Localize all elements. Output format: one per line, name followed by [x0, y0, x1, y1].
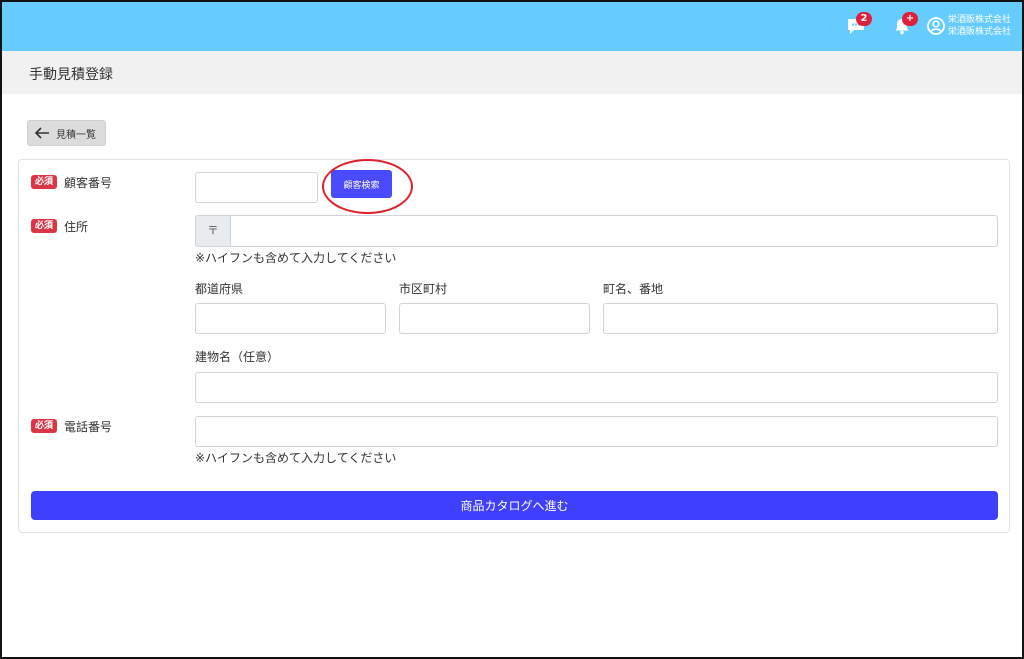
- account-button[interactable]: [926, 16, 948, 38]
- required-badge: 必須: [31, 219, 58, 233]
- messages-badge: 2: [856, 12, 872, 26]
- company-name-line1: 栄酒販株式会社: [948, 15, 1012, 25]
- phone-label: 電話番号: [64, 420, 113, 434]
- city-input[interactable]: [399, 303, 590, 334]
- address-label: 住所: [64, 220, 89, 234]
- postal-code-input[interactable]: [230, 215, 998, 247]
- required-badge: 必須: [31, 175, 58, 189]
- postal-prefix: 〒: [195, 215, 230, 247]
- phone-input[interactable]: [195, 416, 998, 447]
- page-title: 手動見積登録: [29, 67, 113, 83]
- messages-button[interactable]: 2: [846, 12, 872, 38]
- prefecture-label: 都道府県: [195, 282, 244, 296]
- city-label: 市区町村: [399, 282, 448, 296]
- notifications-badge: +: [902, 12, 918, 26]
- back-button-label: 見積一覧: [56, 130, 96, 141]
- title-bar: 手動見積登録: [2, 51, 1022, 94]
- proceed-to-catalog-button[interactable]: 商品カタログへ進む: [31, 491, 998, 520]
- customer-number-input[interactable]: [195, 172, 318, 203]
- top-bar: 2 + 栄酒販株式会社 栄酒販株式会社: [2, 2, 1022, 51]
- town-label: 町名、番地: [603, 282, 664, 296]
- company-name[interactable]: 栄酒販株式会社 栄酒販株式会社: [948, 14, 1011, 38]
- notifications-button[interactable]: +: [892, 12, 918, 38]
- user-circle-icon: [927, 17, 945, 35]
- back-to-estimates-button[interactable]: 見積一覧: [27, 120, 106, 146]
- customer-number-label: 顧客番号: [64, 176, 113, 190]
- company-name-line2: 栄酒販株式会社: [948, 27, 1012, 37]
- arrow-left-icon: [34, 127, 49, 139]
- building-label: 建物名（任意）: [195, 350, 280, 364]
- phone-hint: ※ハイフンも含めて入力してください: [195, 451, 397, 465]
- postal-hint: ※ハイフンも含めて入力してください: [195, 251, 397, 265]
- annotation-circle: [322, 159, 413, 214]
- town-input[interactable]: [603, 303, 998, 334]
- prefecture-input[interactable]: [195, 303, 386, 334]
- building-input[interactable]: [195, 372, 998, 403]
- app-window: 2 + 栄酒販株式会社 栄酒販株式会社 手動見積登録 見積一覧 必須 顧客番号 …: [0, 0, 1024, 659]
- required-badge: 必須: [31, 419, 58, 433]
